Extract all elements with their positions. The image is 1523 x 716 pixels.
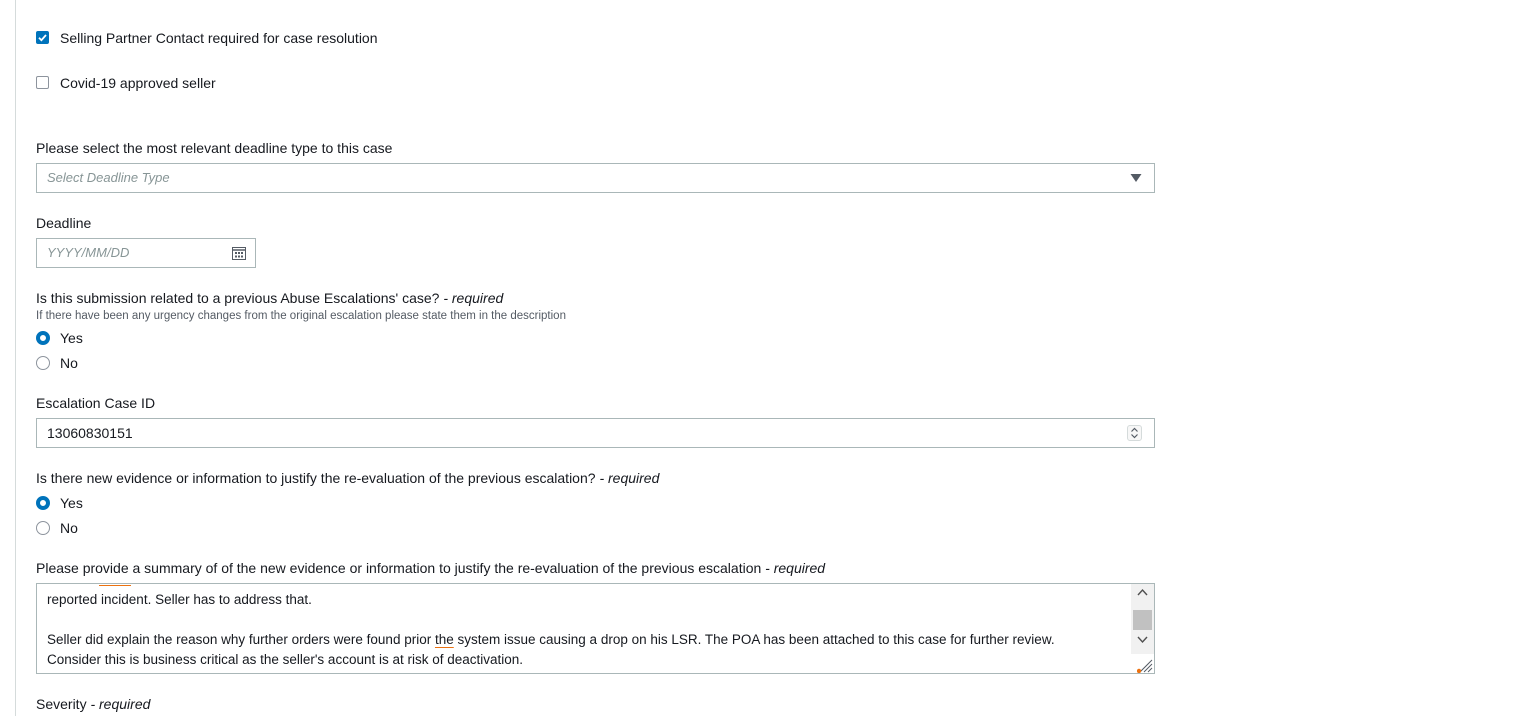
- previous-case-yes-label: Yes: [60, 330, 83, 346]
- left-divider: [15, 0, 16, 716]
- previous-case-yes-radio[interactable]: [36, 331, 50, 345]
- checkmark-icon: [38, 34, 47, 42]
- form-page: Selling Partner Contact required for cas…: [0, 0, 1523, 716]
- sp-contact-checkbox[interactable]: [36, 31, 49, 44]
- number-stepper[interactable]: [1127, 425, 1142, 441]
- deadline-date-input[interactable]: YYYY/MM/DD: [36, 238, 256, 268]
- scrollbar-thumb[interactable]: [1133, 610, 1152, 630]
- summary-question: Please provide a summary of of the new e…: [36, 559, 825, 577]
- required-marker: - required: [90, 696, 151, 712]
- covid-seller-label: Covid-19 approved seller: [60, 75, 216, 91]
- escalation-id-value: 13060830151: [47, 425, 133, 441]
- resize-grip-icon[interactable]: [1137, 657, 1153, 673]
- caret-down-icon: [1130, 174, 1142, 182]
- new-evidence-no-label: No: [60, 520, 78, 536]
- new-evidence-question: Is there new evidence or information to …: [36, 469, 659, 487]
- textarea-scrollbar[interactable]: [1131, 584, 1154, 654]
- required-marker: - required: [599, 470, 660, 486]
- summary-line-2-a: Seller did explain the reason why furthe…: [47, 632, 435, 647]
- summary-line-2-misspelled: the: [434, 632, 454, 647]
- new-evidence-yes-radio[interactable]: [36, 496, 50, 510]
- scroll-down-icon[interactable]: [1137, 636, 1148, 644]
- deadline-type-select[interactable]: Select Deadline Type: [36, 163, 1155, 193]
- summary-line-1: reported incident. Seller has to address…: [47, 592, 312, 607]
- calendar-icon[interactable]: [232, 246, 246, 260]
- sp-contact-label: Selling Partner Contact required for cas…: [60, 30, 378, 46]
- new-evidence-question-text: Is there new evidence or information to …: [36, 470, 596, 486]
- summary-line-3: Consider this is business critical as th…: [47, 652, 524, 667]
- deadline-type-label: Please select the most relevant deadline…: [36, 140, 393, 156]
- deadline-type-placeholder: Select Deadline Type: [47, 170, 170, 185]
- previous-case-question-text: Is this submission related to a previous…: [36, 290, 440, 306]
- previous-case-no-radio[interactable]: [36, 356, 50, 370]
- new-evidence-no-radio[interactable]: [36, 521, 50, 535]
- escalation-id-input[interactable]: 13060830151: [36, 418, 1155, 448]
- new-evidence-yes-label: Yes: [60, 495, 83, 511]
- summary-textarea[interactable]: reported incident. Seller has to address…: [36, 583, 1155, 674]
- scroll-up-icon[interactable]: [1137, 588, 1148, 596]
- deadline-label: Deadline: [36, 215, 92, 231]
- deadline-placeholder: YYYY/MM/DD: [47, 245, 130, 260]
- summary-label-text: Please provide a summary of of the new e…: [36, 560, 762, 576]
- covid-seller-checkbox[interactable]: [36, 76, 49, 89]
- summary-line-2: Seller did explain the reason why furthe…: [47, 630, 1055, 650]
- severity-question: Severity - required: [36, 695, 150, 713]
- summary-line-2-c: system issue causing a drop on his LSR. …: [453, 632, 1055, 647]
- previous-case-no-label: No: [60, 355, 78, 371]
- stepper-arrows-icon: [1131, 427, 1138, 439]
- previous-case-hint: If there have been any urgency changes f…: [36, 310, 566, 322]
- escalation-id-label: Escalation Case ID: [36, 395, 156, 411]
- previous-case-question: Is this submission related to a previous…: [36, 289, 503, 307]
- required-marker: - required: [765, 560, 826, 576]
- required-marker: - required: [443, 290, 504, 306]
- severity-label-text: Severity: [36, 696, 87, 712]
- spellcheck-underline: [99, 584, 131, 586]
